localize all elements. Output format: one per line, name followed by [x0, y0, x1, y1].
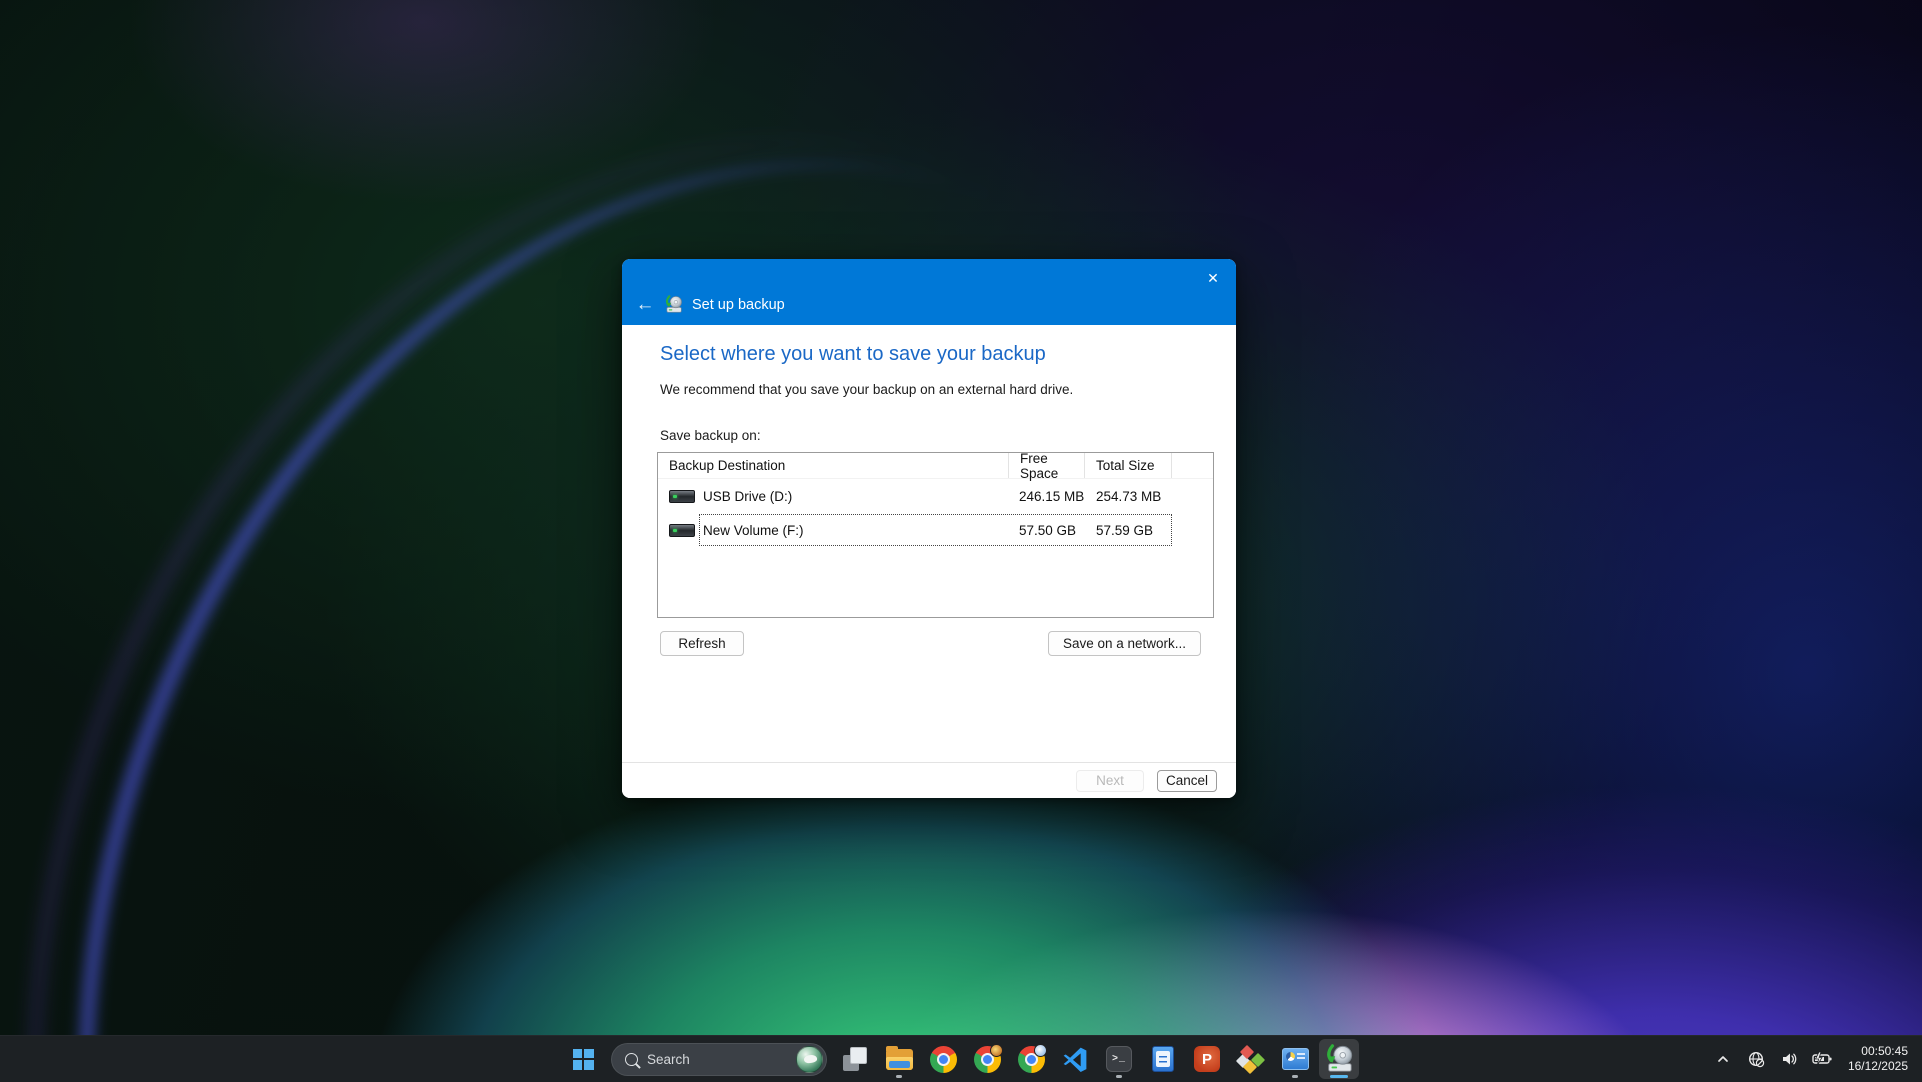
column-header-backup-destination[interactable]: Backup Destination: [658, 453, 1009, 478]
drive-name: USB Drive (D:): [703, 489, 792, 504]
column-header-filler: [1172, 453, 1213, 478]
dialog-description: We recommend that you save your backup o…: [660, 382, 1073, 397]
backup-destination-list[interactable]: Backup Destination Free Space Total Size…: [657, 452, 1214, 618]
next-button[interactable]: Next: [1076, 770, 1144, 792]
drive-total-size: 254.73 MB: [1085, 489, 1172, 504]
dialog-footer: Next Cancel: [622, 762, 1236, 798]
diamond-app-icon[interactable]: [1231, 1039, 1271, 1079]
tray-chevron-up-icon[interactable]: [1710, 1045, 1736, 1073]
list-item-new-volume-f[interactable]: New Volume (F:) 57.50 GB 57.59 GB: [658, 513, 1213, 547]
search-icon: [625, 1053, 638, 1066]
chrome-glyph: [974, 1046, 1001, 1073]
dialog-titlebar[interactable]: ← Set up backup ✕: [622, 259, 1236, 325]
cancel-button[interactable]: Cancel: [1157, 770, 1217, 792]
vscode-icon[interactable]: [1055, 1039, 1095, 1079]
running-indicator: [1116, 1075, 1122, 1078]
file-explorer-icon[interactable]: [879, 1039, 919, 1079]
backup-glyph: [1324, 1044, 1354, 1074]
notepad-icon[interactable]: [1143, 1039, 1183, 1079]
taskbar-app-icons: Search >_: [563, 1036, 1359, 1082]
column-header-free-space[interactable]: Free Space: [1009, 453, 1085, 478]
chrome-profile-duck-icon[interactable]: [967, 1039, 1007, 1079]
running-indicator: [896, 1075, 902, 1078]
refresh-button[interactable]: Refresh: [660, 631, 744, 656]
battery-charging-icon[interactable]: [1809, 1045, 1835, 1073]
clock[interactable]: 00:50:45 16/12/2025: [1842, 1044, 1908, 1074]
hard-drive-icon: [669, 524, 695, 537]
terminal-icon[interactable]: >_: [1099, 1039, 1139, 1079]
network-offline-icon[interactable]: [1743, 1045, 1769, 1073]
search-placeholder: Search: [647, 1052, 787, 1067]
dialog-content: Select where you want to save your backu…: [622, 325, 1236, 762]
notepad-glyph: [1152, 1046, 1174, 1072]
chrome-icon[interactable]: [923, 1039, 963, 1079]
drive-name: New Volume (F:): [703, 523, 804, 538]
folder-glyph: [886, 1049, 913, 1070]
column-header-total-size[interactable]: Total Size: [1085, 453, 1172, 478]
system-monitor-icon[interactable]: [1275, 1039, 1315, 1079]
active-running-indicator: [1330, 1075, 1348, 1078]
drive-total-size: 57.59 GB: [1085, 523, 1172, 538]
powerpoint-icon[interactable]: P: [1187, 1039, 1227, 1079]
taskbar: Search >_: [0, 1035, 1922, 1082]
start-button[interactable]: [563, 1039, 603, 1079]
stacked-windows-icon[interactable]: [835, 1039, 875, 1079]
stacked-squares-glyph: [843, 1047, 867, 1071]
running-indicator: [1292, 1075, 1298, 1078]
dialog-heading: Select where you want to save your backu…: [660, 343, 1046, 366]
chrome-glyph: [930, 1046, 957, 1073]
setup-backup-dialog: ← Set up backup ✕ Select where you want …: [622, 259, 1236, 798]
drive-free-space: 246.15 MB: [1009, 489, 1085, 504]
chrome-profile-globe-icon[interactable]: [1011, 1039, 1051, 1079]
hard-drive-icon: [669, 490, 695, 503]
bing-daily-image[interactable]: [796, 1046, 823, 1073]
monitor-glyph: [1282, 1048, 1309, 1070]
back-button[interactable]: ←: [635, 295, 655, 314]
save-backup-on-label: Save backup on:: [660, 428, 761, 443]
list-item-usb-drive-d[interactable]: USB Drive (D:) 246.15 MB 254.73 MB: [658, 479, 1213, 513]
drive-free-space: 57.50 GB: [1009, 523, 1085, 538]
windows-logo-icon: [573, 1049, 594, 1070]
terminal-glyph: >_: [1106, 1046, 1132, 1072]
vscode-glyph: [1062, 1046, 1088, 1072]
system-tray: 00:50:45 16/12/2025: [1710, 1036, 1922, 1082]
volume-icon[interactable]: [1776, 1045, 1802, 1073]
search-box[interactable]: Search: [611, 1043, 827, 1076]
diamond-glyph: [1238, 1046, 1264, 1072]
list-header: Backup Destination Free Space Total Size: [658, 453, 1213, 479]
backup-app-icon-small: [664, 295, 683, 314]
dialog-title: Set up backup: [692, 297, 785, 313]
backup-app-icon[interactable]: [1319, 1039, 1359, 1079]
profile-badge: [990, 1044, 1003, 1057]
profile-badge: [1034, 1044, 1047, 1057]
clock-time: 00:50:45: [1848, 1044, 1908, 1059]
powerpoint-glyph: P: [1194, 1046, 1220, 1072]
close-button[interactable]: ✕: [1198, 265, 1228, 291]
save-on-network-button[interactable]: Save on a network...: [1048, 631, 1201, 656]
clock-date: 16/12/2025: [1848, 1059, 1908, 1074]
chrome-glyph: [1018, 1046, 1045, 1073]
